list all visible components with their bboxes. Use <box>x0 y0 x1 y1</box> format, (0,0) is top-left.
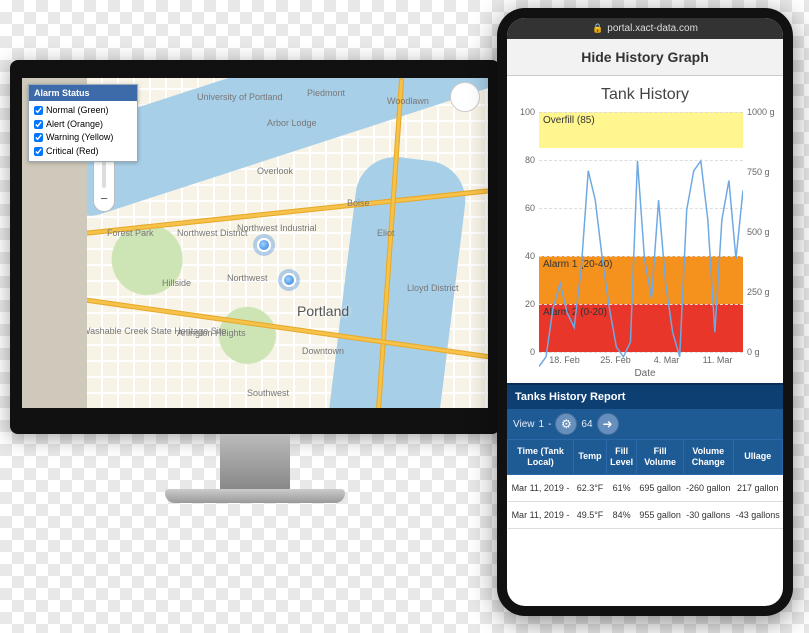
phone-device: 🔒 portal.xact-data.com Hide History Grap… <box>497 8 793 616</box>
map-pan-control[interactable] <box>450 82 480 112</box>
chart-y-tick-left: 100 <box>520 107 535 117</box>
map-city-label: Portland <box>297 303 349 319</box>
map-place-label: Northwest <box>227 273 268 283</box>
alarm-status-panel: Alarm Status Normal (Green)Alert (Orange… <box>28 84 138 162</box>
chart-y-tick-left: 0 <box>530 347 535 357</box>
chart-y-tick-right: 500 g <box>747 227 770 237</box>
desktop-monitor: University of Portland Piedmont Woodlawn Ar… <box>10 60 500 503</box>
alarm-checkbox[interactable] <box>34 133 43 142</box>
map-place-label: University of Portland <box>197 92 283 102</box>
map-pin-icon[interactable] <box>257 238 271 252</box>
alarm-status-item: Alert (Orange) <box>34 118 132 132</box>
chart-y-tick-right: 1000 g <box>747 107 775 117</box>
chart-y-tick-right: 250 g <box>747 287 770 297</box>
map-place-label: Piedmont <box>307 88 345 98</box>
map-place-label: Overlook <box>257 166 293 176</box>
url-text: portal.xact-data.com <box>607 23 698 34</box>
toolbar-view-label: View <box>513 419 535 430</box>
map-place-label: Eliot <box>377 228 395 238</box>
monitor-screen: University of Portland Piedmont Woodlawn Ar… <box>22 78 488 408</box>
alarm-label: Normal (Green) <box>46 104 109 118</box>
alarm-panel-title: Alarm Status <box>29 85 137 101</box>
browser-url-bar[interactable]: 🔒 portal.xact-data.com <box>507 18 783 39</box>
monitor-stand <box>220 434 290 489</box>
map-place-label: Lloyd District <box>407 283 459 293</box>
alarm-status-item: Warning (Yellow) <box>34 131 132 145</box>
phone-screen: 🔒 portal.xact-data.com Hide History Grap… <box>507 18 783 606</box>
map-place-label: Southwest <box>247 388 289 398</box>
chart-y-tick-left: 80 <box>525 155 535 165</box>
chart-y-tick-right: 0 g <box>747 347 760 357</box>
alarm-status-item: Critical (Red) <box>34 145 132 159</box>
chart-y-tick-left: 20 <box>525 299 535 309</box>
zoom-out-button[interactable]: − <box>95 191 113 209</box>
chart-container: Tank History Overfill (85)Alarm 1 (20-40… <box>507 76 783 383</box>
chart-series-line <box>539 161 743 367</box>
map-pin-icon[interactable] <box>282 273 296 287</box>
alarm-checkbox[interactable] <box>34 120 43 129</box>
alarm-label: Warning (Yellow) <box>46 131 113 145</box>
hide-history-button[interactable]: Hide History Graph <box>507 39 783 76</box>
chart-y-tick-left: 60 <box>525 203 535 213</box>
chart-line-svg <box>539 112 743 602</box>
map-view[interactable]: University of Portland Piedmont Woodlawn Ar… <box>87 78 488 408</box>
map-place-label: Forest Park <box>107 228 154 238</box>
monitor-base <box>165 489 345 503</box>
alarm-checkbox[interactable] <box>34 147 43 156</box>
map-river <box>324 152 470 408</box>
map-place-label: Boise <box>347 198 370 208</box>
chart-y-tick-left: 40 <box>525 251 535 261</box>
alarm-status-item: Normal (Green) <box>34 104 132 118</box>
chart-title: Tank History <box>513 86 777 104</box>
tank-history-chart[interactable]: Overfill (85)Alarm 1 (20-40)Alarm 2 (0-2… <box>539 112 743 352</box>
alarm-label: Alert (Orange) <box>46 118 103 132</box>
chart-y-tick-right: 750 g <box>747 167 770 177</box>
map-place-label: Hillside <box>162 278 191 288</box>
map-place-label: Downtown <box>302 346 344 356</box>
map-place-label: Washable Creek State Heritage Site <box>87 326 226 336</box>
map-place-label: Arbor Lodge <box>267 118 317 128</box>
alarm-label: Critical (Red) <box>46 145 99 159</box>
monitor-bezel: University of Portland Piedmont Woodlawn Ar… <box>10 60 500 434</box>
map-place-label: Woodlawn <box>387 96 429 106</box>
lock-icon: 🔒 <box>592 23 603 34</box>
alarm-checkbox[interactable] <box>34 106 43 115</box>
map-place-label: Northwest Industrial <box>237 223 317 233</box>
